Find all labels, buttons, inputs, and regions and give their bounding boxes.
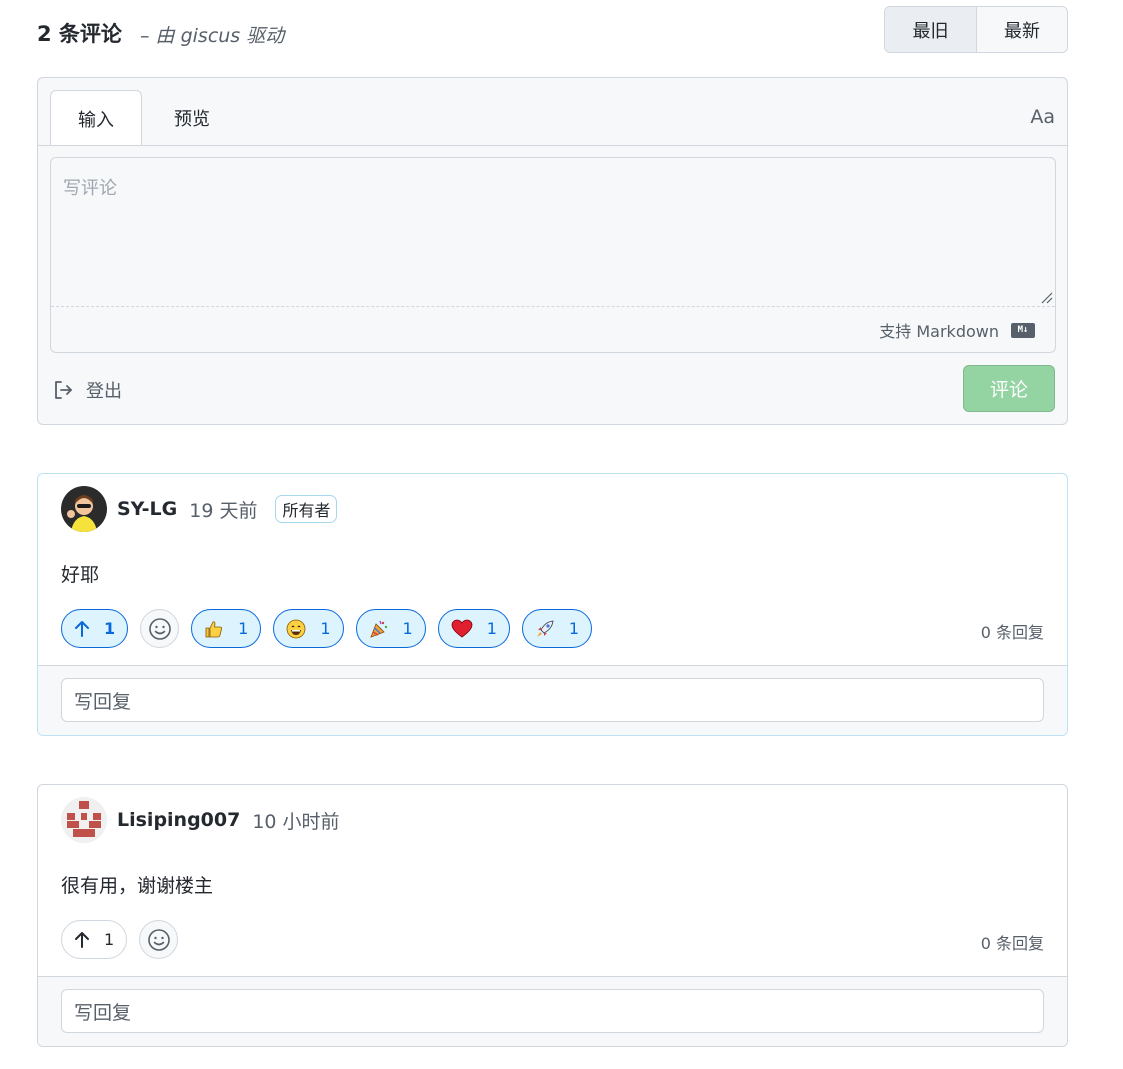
comment-time[interactable]: 10 小时前 (252, 807, 339, 834)
tabs-divider (38, 145, 1067, 146)
sort-oldest-button[interactable]: 最旧 (885, 7, 976, 52)
smiley-icon (148, 617, 171, 640)
markdown-note: 支持 Markdown M↓ (879, 318, 1035, 342)
reaction-count: 1 (238, 619, 249, 638)
avatar[interactable] (61, 797, 107, 843)
add-reaction-button[interactable] (139, 920, 179, 959)
markdown-icon: M↓ (1011, 322, 1035, 338)
submit-comment-button[interactable]: 评论 (963, 365, 1055, 412)
avatar[interactable] (61, 486, 107, 532)
reaction-count: 1 (320, 619, 331, 638)
reaction-count: 1 (568, 619, 580, 638)
sort-toggle: 最旧 最新 (884, 6, 1068, 53)
reaction-laugh[interactable]: 1 (273, 609, 344, 648)
comment-author[interactable]: SY-LG (117, 498, 177, 520)
reaction-hooray[interactable]: 1 (355, 609, 426, 648)
reaction-count: 1 (486, 619, 497, 638)
comment-item: Lisiping007 10 小时前 很有用，谢谢楼主 1 0 条回复 写回复 (37, 784, 1068, 1047)
reaction-rocket[interactable]: 1 (521, 609, 593, 648)
giscus-widget: 2 条评论 – 由 giscus 驱动 最旧 最新 输入 预览 Aa 写评论 支… (37, 0, 1068, 1047)
party-popper-icon (369, 620, 387, 638)
comment-item: SY-LG 19 天前 所有者 好耶 1 1 1 1 1 1 0 条回复 写回复 (37, 473, 1068, 736)
comment-header: Lisiping007 10 小时前 (61, 797, 358, 843)
comment-body: 很有用，谢谢楼主 (61, 875, 214, 897)
thumbs-up-icon (205, 620, 223, 637)
comment-composer: 输入 预览 Aa 写评论 支持 Markdown M↓ 登出 评论 (37, 77, 1068, 425)
reply-count: 0 条回复 (980, 623, 1044, 642)
upvote-button[interactable]: 1 (61, 920, 128, 959)
add-reaction-button[interactable] (140, 609, 180, 648)
resize-handle-icon[interactable] (1041, 292, 1053, 304)
comments-header: 2 条评论 – 由 giscus 驱动 最旧 最新 (37, 0, 1068, 64)
reaction-thumbs-up[interactable]: 1 (191, 609, 262, 648)
markdown-note-text: 支持 Markdown (879, 322, 999, 341)
font-toggle-button[interactable]: Aa (1030, 106, 1055, 128)
reaction-heart[interactable]: 1 (437, 609, 510, 648)
owner-badge: 所有者 (275, 495, 338, 523)
reactions-bar: 1 (61, 920, 190, 959)
reply-count: 0 条回复 (980, 934, 1044, 953)
reactions-bar: 1 1 1 1 1 1 (61, 609, 604, 648)
sort-newest-button[interactable]: 最新 (976, 7, 1067, 52)
arrow-up-icon (75, 931, 89, 948)
reaction-count: 1 (402, 619, 413, 638)
reply-area: 写回复 (38, 976, 1067, 1046)
powered-by: – 由 giscus 驱动 (140, 25, 285, 47)
rocket-icon (536, 620, 554, 637)
comment-header: SY-LG 19 天前 所有者 (61, 486, 338, 532)
upvote-count: 1 (104, 930, 115, 949)
logout-button[interactable]: 登出 (52, 377, 122, 403)
reply-input[interactable]: 写回复 (61, 989, 1044, 1033)
arrow-up-icon (75, 620, 89, 637)
comment-time[interactable]: 19 天前 (189, 496, 257, 523)
logout-label: 登出 (86, 381, 122, 402)
comment-author[interactable]: Lisiping007 (117, 809, 240, 831)
heart-icon (451, 619, 473, 637)
upvote-count: 1 (104, 619, 116, 638)
tab-write[interactable]: 输入 (50, 90, 142, 146)
reply-input[interactable]: 写回复 (61, 678, 1044, 722)
comment-editor: 写评论 支持 Markdown M↓ (50, 157, 1056, 353)
reply-area: 写回复 (38, 665, 1067, 735)
tab-preview[interactable]: 预览 (142, 90, 242, 146)
comment-textarea[interactable]: 写评论 (51, 158, 1055, 307)
comment-body: 好耶 (61, 564, 100, 586)
comment-count: 2 条评论 (37, 22, 122, 46)
upvote-button[interactable]: 1 (61, 609, 129, 648)
laugh-icon (286, 619, 306, 638)
smiley-icon (147, 928, 170, 951)
sign-out-icon (55, 381, 72, 399)
